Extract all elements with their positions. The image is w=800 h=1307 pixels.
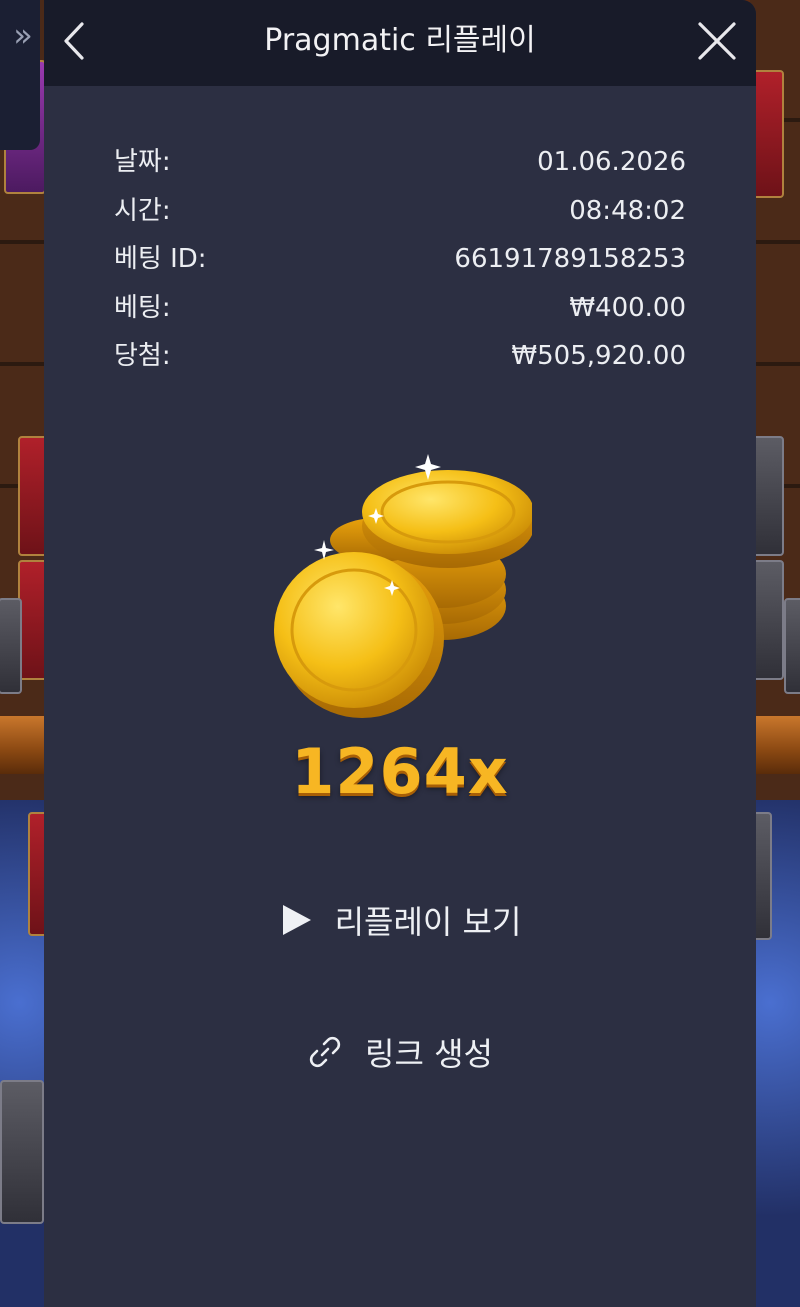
create-link-label: 링크 생성 — [365, 1035, 493, 1073]
bet-info-row-bet: 베팅: ₩400.00 — [114, 284, 686, 333]
win-amount-label: 당첨: — [114, 341, 171, 371]
modal-title: Pragmatic 리플레이 — [264, 23, 536, 58]
gold-coins-icon — [274, 454, 532, 718]
time-label: 시간: — [114, 195, 171, 226]
date-value: 01.06.2026 — [537, 147, 686, 177]
bet-info-row-time: 시간: 08:48:02 — [114, 187, 686, 236]
bet-info-row-date: 날짜: 01.06.2026 — [114, 138, 686, 187]
date-label: 날짜: — [114, 147, 171, 177]
bet-amount-label: 베팅: — [114, 292, 171, 323]
close-button[interactable] — [692, 16, 742, 66]
link-icon — [307, 1034, 343, 1070]
create-link-button[interactable]: 링크 생성 — [44, 1022, 756, 1082]
background-game-right — [750, 0, 800, 1307]
double-chevron-right-icon: » — [13, 16, 32, 54]
modal-header: Pragmatic 리플레이 — [44, 0, 756, 86]
bet-id-value: 66191789158253 — [454, 244, 686, 274]
close-icon — [698, 22, 736, 60]
bet-info-row-bet-id: 베팅 ID: 66191789158253 — [114, 235, 686, 284]
win-multiplier: 1264x — [291, 735, 509, 808]
bet-id-label: 베팅 ID: — [114, 244, 207, 274]
view-replay-label: 리플레이 보기 — [334, 903, 522, 941]
time-value: 08:48:02 — [569, 195, 686, 226]
background-game-left — [0, 0, 48, 1307]
bet-info-row-win: 당첨: ₩505,920.00 — [114, 332, 686, 381]
bet-info-list: 날짜: 01.06.2026 시간: 08:48:02 베팅 ID: 66191… — [114, 138, 686, 381]
play-icon — [279, 903, 313, 937]
view-replay-button[interactable]: 리플레이 보기 — [44, 890, 756, 950]
sidebar-toggle-button[interactable]: » — [0, 0, 40, 150]
replay-modal: Pragmatic 리플레이 날짜: 01.06.2026 시간: 08:48:… — [44, 0, 756, 1307]
win-amount-value: ₩505,920.00 — [511, 341, 686, 371]
bet-amount-value: ₩400.00 — [569, 292, 686, 323]
